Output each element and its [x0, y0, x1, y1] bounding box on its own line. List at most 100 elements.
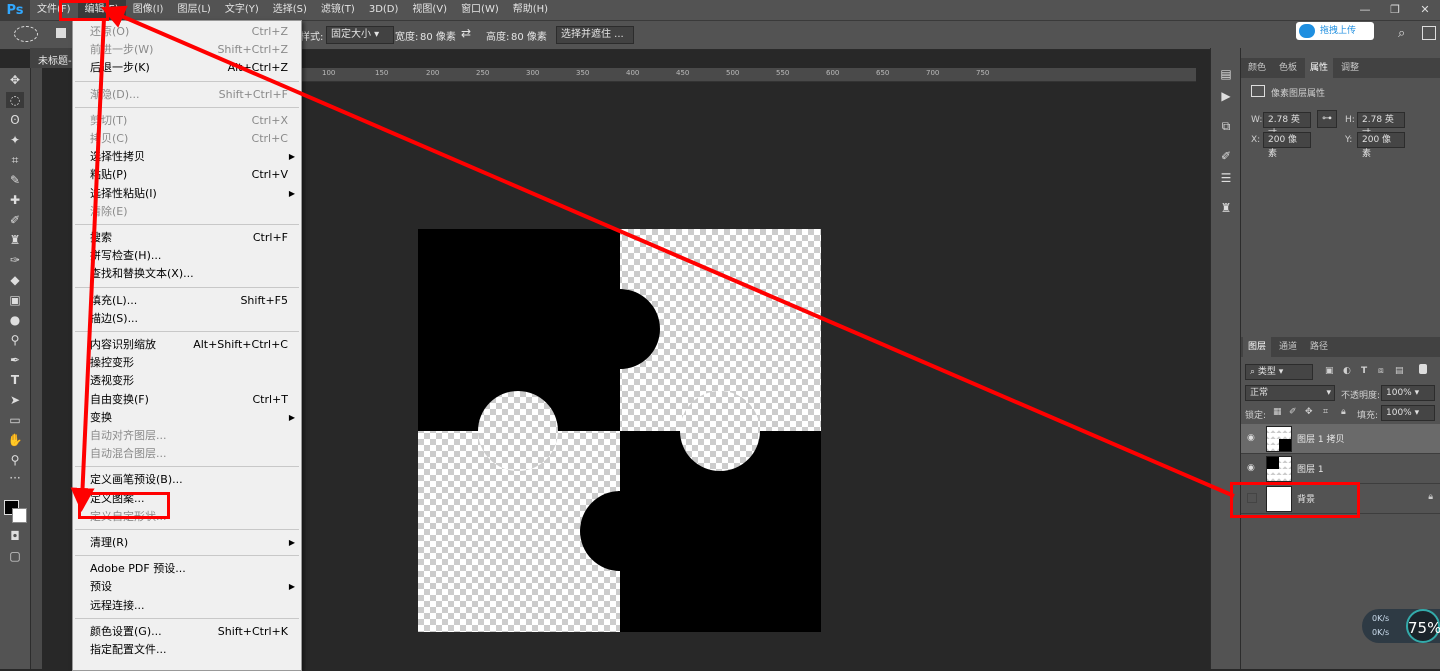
edit-menu-item[interactable]: Adobe PDF 预设... — [73, 560, 301, 578]
lock-transparency-icon[interactable]: ▦ — [1273, 407, 1282, 417]
minimize-button[interactable]: — — [1350, 0, 1380, 20]
edit-menu-item[interactable]: 搜索 Ctrl+F — [73, 229, 301, 247]
filter-adjustment-icon[interactable]: ◐ — [1343, 366, 1351, 376]
edit-menu-item[interactable]: 定义画笔预设(B)... — [73, 471, 301, 489]
visibility-eye-icon[interactable]: ◉ — [1247, 463, 1255, 473]
eraser-tool-icon[interactable]: ◆ — [6, 272, 24, 288]
dodge-tool-icon[interactable]: ⚲ — [6, 332, 24, 348]
edit-menu-item[interactable]: 选择性粘贴(I) ▶ — [73, 185, 301, 203]
screen-mode-icon[interactable]: ▢ — [6, 548, 24, 564]
edit-menu-item[interactable]: 远程连接... — [73, 597, 301, 615]
edit-menu-item[interactable]: 指定配置文件... — [73, 641, 301, 659]
healing-brush-tool-icon[interactable]: ✚ — [6, 192, 24, 208]
clone-stamp-tool-icon[interactable]: ♜ — [6, 232, 24, 248]
pen-tool-icon[interactable]: ✒ — [6, 352, 24, 368]
menu-view[interactable]: 视图(V) — [405, 0, 454, 20]
gradient-tool-icon[interactable]: ▣ — [6, 292, 24, 308]
filter-smart-object-icon[interactable]: ▤ — [1395, 366, 1404, 376]
brush-tool-icon[interactable]: ✐ — [6, 212, 24, 228]
blend-mode-select[interactable]: 正常 ▾ — [1245, 385, 1335, 401]
close-button[interactable]: ✕ — [1410, 0, 1440, 20]
tab-layers[interactable]: 图层 — [1243, 337, 1272, 357]
tab-color[interactable]: 颜色 — [1243, 58, 1271, 78]
y-input[interactable]: 200 像素 — [1357, 132, 1405, 159]
menu-filter[interactable]: 滤镜(T) — [314, 0, 362, 20]
brush-settings-panel-icon[interactable]: ✐ — [1217, 148, 1235, 164]
elliptical-marquee-tool-icon[interactable]: ◌ — [6, 92, 24, 108]
height-value[interactable]: 80 像素 — [511, 28, 547, 43]
swap-dimensions-icon[interactable]: ⇄ — [461, 26, 471, 40]
visibility-eye-icon[interactable]: ◉ — [1247, 433, 1255, 443]
edit-menu-item[interactable]: 查找和替换文本(X)... — [73, 265, 301, 283]
edit-menu-item[interactable]: 渐隐(D)... Shift+Ctrl+F — [73, 86, 301, 104]
history-panel-icon[interactable]: ▤ — [1217, 66, 1235, 82]
filter-shape-icon[interactable]: ⧈ — [1378, 366, 1384, 376]
edit-menu-item[interactable]: 粘贴(P) Ctrl+V — [73, 166, 301, 184]
edit-menu-item[interactable]: 拼写检查(H)... — [73, 247, 301, 265]
hand-tool-icon[interactable]: ✋ — [6, 432, 24, 448]
edit-menu-item[interactable]: 后退一步(K) Alt+Ctrl+Z — [73, 59, 301, 77]
rectangle-tool-icon[interactable]: ▭ — [6, 412, 24, 428]
edit-menu-item[interactable]: 还原(O) Ctrl+Z — [73, 23, 301, 41]
edit-menu-item[interactable]: 前进一步(W) Shift+Ctrl+Z — [73, 41, 301, 59]
link-icon[interactable]: ⊶ — [1317, 110, 1337, 128]
eyedropper-tool-icon[interactable]: ✎ — [6, 172, 24, 188]
edit-menu-item[interactable]: 描边(S)... — [73, 310, 301, 328]
adjustments-panel-icon[interactable]: ☰ — [1217, 170, 1235, 186]
menu-window[interactable]: 窗口(W) — [454, 0, 506, 20]
menu-help[interactable]: 帮助(H) — [506, 0, 555, 20]
layer-row-layer1[interactable]: ◉ 图层 1 — [1241, 454, 1440, 484]
lasso-tool-icon[interactable]: ʘ — [6, 112, 24, 128]
tab-properties[interactable]: 属性 — [1305, 58, 1334, 78]
tab-adjustments[interactable]: 调整 — [1336, 58, 1364, 78]
filter-pixel-icon[interactable]: ▣ — [1325, 366, 1334, 376]
crop-tool-icon[interactable]: ⌗ — [6, 152, 24, 168]
edit-menu-item[interactable]: 变换 ▶ — [73, 409, 301, 427]
edit-menu-item[interactable]: 操控变形 — [73, 354, 301, 372]
search-icon[interactable]: ⌕ — [1398, 26, 1405, 41]
actions-panel-icon[interactable]: ▶ — [1217, 88, 1235, 104]
tab-swatches[interactable]: 色板 — [1274, 58, 1302, 78]
menu-select[interactable]: 选择(S) — [266, 0, 314, 20]
edit-menu-item[interactable]: 自由变换(F) Ctrl+T — [73, 391, 301, 409]
background-color-swatch[interactable] — [12, 508, 27, 523]
tab-channels[interactable]: 通道 — [1274, 337, 1302, 357]
path-selection-tool-icon[interactable]: ➤ — [6, 392, 24, 408]
edit-menu-item[interactable]: 颜色设置(G)... Shift+Ctrl+K — [73, 623, 301, 641]
style-select[interactable]: 固定大小 ▾ — [326, 26, 394, 44]
quick-mask-icon[interactable]: ◘ — [6, 528, 24, 544]
edit-menu-item[interactable]: 填充(L)... Shift+F5 — [73, 292, 301, 310]
edit-menu-item[interactable]: 自动混合图层... — [73, 445, 301, 463]
edit-menu-item[interactable]: 透视变形 — [73, 372, 301, 390]
stamp-panel-icon[interactable]: ♜ — [1217, 200, 1235, 216]
more-tools-icon[interactable]: ··· — [6, 470, 24, 486]
clone-source-panel-icon[interactable]: ⧉ — [1217, 118, 1235, 134]
opacity-input[interactable]: 100% ▾ — [1381, 385, 1435, 401]
menu-type[interactable]: 文字(Y) — [218, 0, 266, 20]
lock-image-icon[interactable]: ✐ — [1289, 407, 1297, 417]
type-tool-icon[interactable]: T — [6, 372, 24, 388]
lock-position-icon[interactable]: ✥ — [1305, 407, 1313, 417]
filter-type-icon[interactable]: T — [1361, 366, 1367, 376]
menu-3d[interactable]: 3D(D) — [362, 0, 406, 20]
edit-menu-item[interactable]: 清理(R) ▶ — [73, 534, 301, 552]
new-selection-icon[interactable] — [56, 28, 66, 38]
width-value[interactable]: 80 像素 — [420, 28, 456, 43]
zoom-tool-icon[interactable]: ⚲ — [6, 452, 24, 468]
magic-wand-tool-icon[interactable]: ✦ — [6, 132, 24, 148]
marquee-tool-preset-icon[interactable] — [14, 26, 38, 42]
h-input[interactable]: 2.78 英寸 — [1357, 112, 1405, 139]
edit-menu-item[interactable]: 清除(E) — [73, 203, 301, 221]
x-input[interactable]: 200 像素 — [1263, 132, 1311, 159]
workspace-icon[interactable] — [1422, 26, 1436, 40]
lock-artboard-icon[interactable]: ⌗ — [1323, 407, 1328, 417]
blur-tool-icon[interactable]: ● — [6, 312, 24, 328]
edit-menu-item[interactable]: 预设 ▶ — [73, 578, 301, 596]
layer-filter-select[interactable]: ⌕ 类型 ▾ — [1245, 364, 1313, 380]
upload-button[interactable]: 拖拽上传 — [1296, 22, 1374, 40]
edit-menu-item[interactable]: 剪切(T) Ctrl+X — [73, 112, 301, 130]
history-brush-tool-icon[interactable]: ✑ — [6, 252, 24, 268]
w-input[interactable]: 2.78 英寸 — [1263, 112, 1311, 139]
fill-input[interactable]: 100% ▾ — [1381, 405, 1435, 421]
restore-button[interactable]: ❐ — [1380, 0, 1410, 20]
